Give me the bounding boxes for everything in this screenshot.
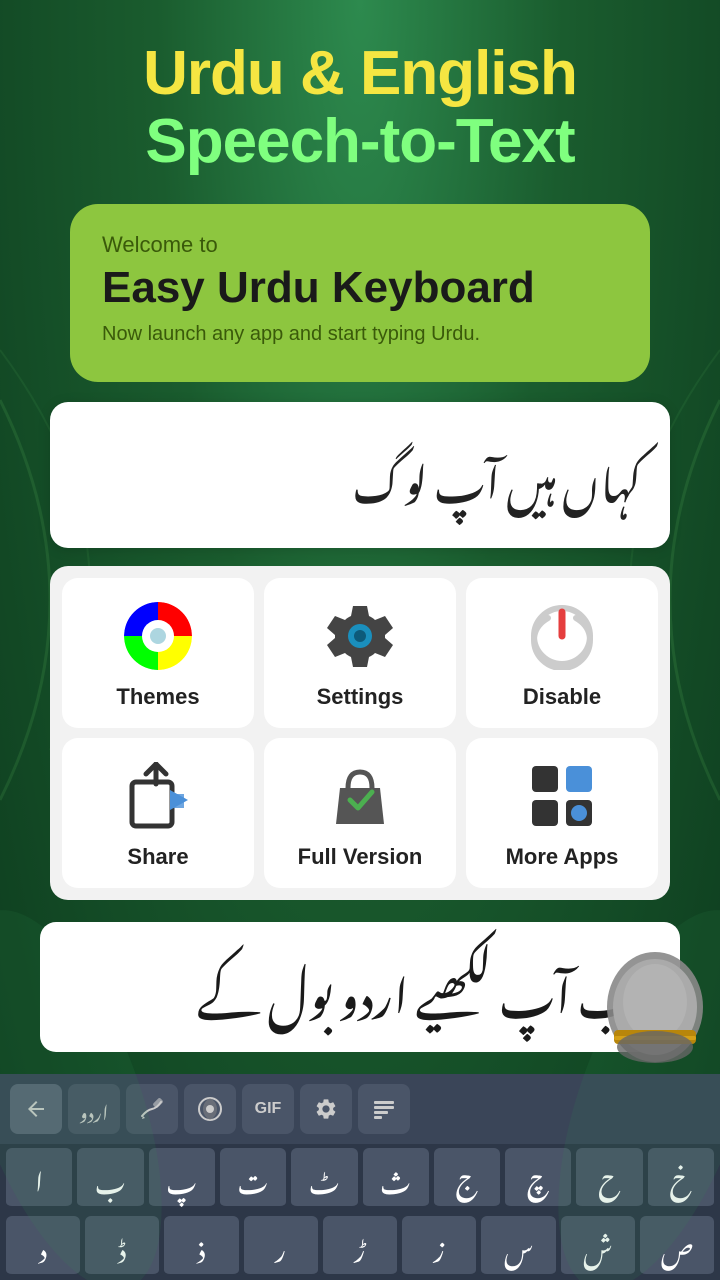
themes-label: Themes bbox=[116, 684, 199, 710]
urdu-promo-text: اب آپ لکھیے اردو بول کے bbox=[60, 956, 660, 1018]
full-version-button[interactable]: Full Version bbox=[264, 738, 456, 888]
welcome-subtitle: Now launch any app and start typing Urdu… bbox=[102, 323, 618, 346]
urdu-input-bar[interactable]: کہاں ہیں آپ لوگ bbox=[50, 402, 670, 548]
welcome-to-label: Welcome to bbox=[102, 232, 618, 258]
title-section: Urdu & English Speech-to-Text bbox=[0, 0, 720, 176]
power-icon bbox=[526, 600, 598, 672]
more-apps-button[interactable]: More Apps bbox=[466, 738, 658, 888]
gear-icon bbox=[324, 600, 396, 672]
feature-grid: Themes Settings bbox=[50, 566, 670, 900]
share-label: Share bbox=[127, 844, 188, 870]
settings-button[interactable]: Settings bbox=[264, 578, 456, 728]
welcome-card: Welcome to Easy Urdu Keyboard Now launch… bbox=[70, 204, 650, 381]
more-apps-label: More Apps bbox=[506, 844, 619, 870]
app-name: Easy Urdu Keyboard bbox=[102, 264, 618, 312]
share-button[interactable]: Share bbox=[62, 738, 254, 888]
disable-button[interactable]: Disable bbox=[466, 578, 658, 728]
title-line1: Urdu & English bbox=[0, 40, 720, 108]
themes-button[interactable]: Themes bbox=[62, 578, 254, 728]
title-line2: Speech-to-Text bbox=[0, 108, 720, 176]
settings-label: Settings bbox=[317, 684, 404, 710]
bag-icon bbox=[324, 760, 396, 832]
urdu-promo-section: اب آپ لکھیے اردو بول کے bbox=[40, 922, 680, 1052]
disable-label: Disable bbox=[523, 684, 601, 710]
full-version-label: Full Version bbox=[298, 844, 423, 870]
color-wheel-icon bbox=[122, 600, 194, 672]
microphone-icon[interactable] bbox=[590, 942, 720, 1072]
share-icon bbox=[122, 760, 194, 832]
apps-icon bbox=[526, 760, 598, 832]
urdu-input-text: کہاں ہیں آپ لوگ bbox=[353, 420, 642, 530]
